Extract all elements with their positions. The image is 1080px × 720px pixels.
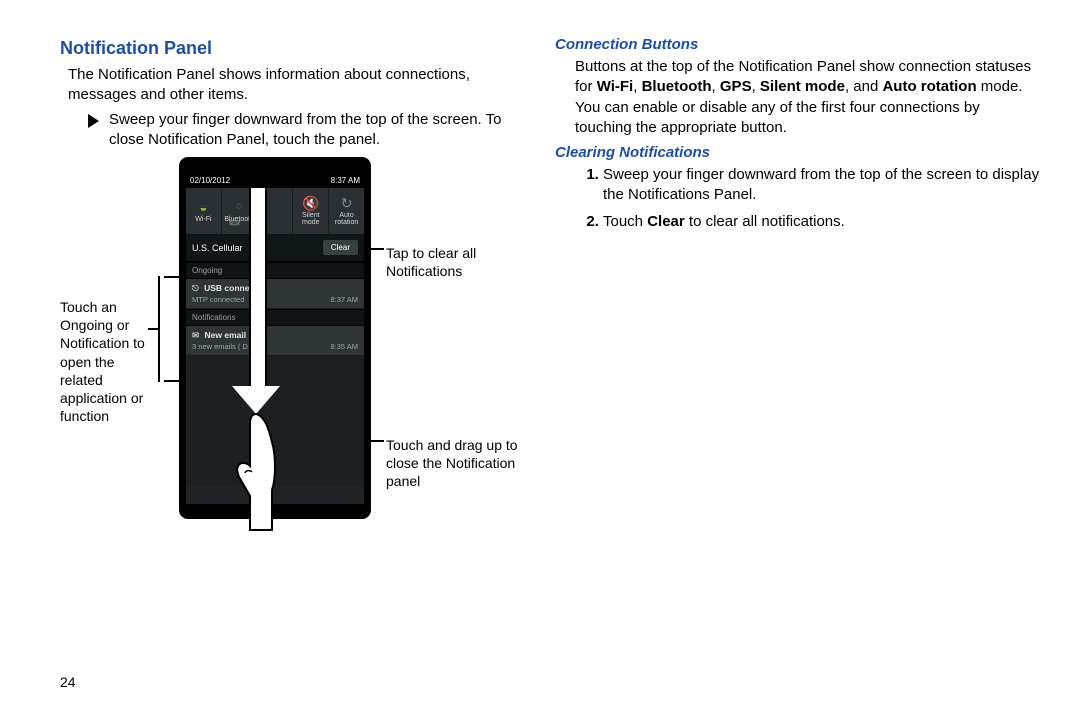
step-2-bold: Clear — [647, 213, 685, 230]
bullet-text: Sweep your finger downward from the top … — [109, 110, 525, 151]
step-2: Touch Clear to clear all notifications. — [603, 212, 1040, 232]
ongoing-section-label: Ongoing — [186, 262, 364, 279]
steps-list: Sweep your finger downward from the top … — [579, 165, 1040, 232]
step-2-text-a: Touch — [603, 213, 647, 230]
qs-wifi[interactable]: ◒ Wi-Fi — [186, 188, 222, 234]
qs-label: Bluetooth — [224, 216, 254, 223]
mail-icon: ✉ — [192, 330, 199, 340]
notifications-section-label: Notifications — [186, 309, 364, 326]
usb-icon: ⎋ — [192, 283, 199, 293]
ongoing-subtitle: MTP connected — [192, 295, 244, 304]
section-heading: Notification Panel — [60, 38, 525, 59]
notif-title-text: New email — [205, 330, 247, 340]
status-date: 02/10/2012 — [190, 176, 230, 185]
quick-settings-row: ◒ Wi-Fi ࿆ Bluetooth 🔇 — [186, 188, 364, 234]
instruction-bullet: Sweep your finger downward from the top … — [88, 110, 525, 151]
step-2-text-b: to clear all notifications. — [685, 213, 845, 230]
phone-mockup: 02/10/2012 8:37 AM ◒ Wi-Fi ࿆ Bluetooth — [180, 158, 370, 518]
right-column: Connection Buttons Buttons at the top of… — [555, 30, 1040, 548]
rotate-icon: ↻ — [341, 196, 353, 210]
page-number: 24 — [60, 674, 76, 690]
panel-empty-area — [186, 356, 364, 486]
silent-icon: 🔇 — [302, 196, 319, 210]
callout-left: Touch an Ongoing or Notification to open… — [60, 298, 160, 425]
qs-label: Silent mode — [293, 212, 328, 226]
qs-label: Wi-Fi — [195, 216, 211, 223]
connection-paragraph: Buttons at the top of the Notification P… — [575, 57, 1040, 138]
callout-bracket-tick-icon — [148, 328, 160, 330]
sub-heading-connection: Connection Buttons — [555, 36, 1040, 53]
ongoing-title: ⎋ USB connected — [192, 283, 358, 294]
panel-header: U.S. Cellular Clear — [186, 234, 364, 262]
ongoing-title-text: USB connected — [204, 283, 267, 293]
step-1-text: Sweep your finger downward from the top … — [603, 166, 1039, 203]
wifi-icon: ◒ — [199, 200, 207, 214]
play-triangle-icon — [88, 114, 99, 128]
intro-paragraph: The Notification Panel shows information… — [68, 65, 525, 106]
qs-silent[interactable]: 🔇 Silent mode — [293, 188, 329, 234]
bold-silent: Silent mode — [760, 78, 845, 95]
bold-wifi: Wi-Fi — [597, 78, 634, 95]
step-1: Sweep your finger downward from the top … — [603, 165, 1040, 206]
notif-title: ✉ New email — [192, 330, 358, 341]
bold-autorotation: Auto rotation — [882, 78, 976, 95]
bluetooth-icon: ࿆ — [235, 200, 243, 214]
qs-blank — [258, 188, 294, 234]
carrier-label: U.S. Cellular — [192, 243, 243, 253]
qs-bluetooth[interactable]: ࿆ Bluetooth — [222, 188, 258, 234]
sub-heading-clearing: Clearing Notifications — [555, 144, 1040, 161]
ongoing-item[interactable]: ⎋ USB connected MTP connected 8:37 AM — [186, 279, 364, 309]
left-column: Notification Panel The Notification Pane… — [40, 30, 525, 548]
clear-button[interactable]: Clear — [323, 240, 358, 255]
ongoing-time: 8:37 AM — [330, 295, 358, 304]
bold-gps: GPS — [720, 78, 752, 95]
qs-label: Auto rotation — [329, 212, 364, 226]
qs-rotate[interactable]: ↻ Auto rotation — [329, 188, 364, 234]
callout-clear: Tap to clear all Notifications — [386, 244, 536, 280]
status-time: 8:37 AM — [331, 176, 360, 185]
bold-bluetooth: Bluetooth — [642, 78, 712, 95]
callout-close: Touch and drag up to close the Notificat… — [386, 436, 536, 491]
notif-subtitle: 3 new emails ( D… )e — [192, 342, 264, 351]
status-bar: 02/10/2012 8:37 AM — [186, 172, 364, 188]
notification-item[interactable]: ✉ New email 3 new emails ( D… )e 8:35 AM — [186, 326, 364, 356]
notif-time: 8:35 AM — [330, 342, 358, 351]
diagram: Touch an Ongoing or Notification to open… — [60, 158, 525, 548]
